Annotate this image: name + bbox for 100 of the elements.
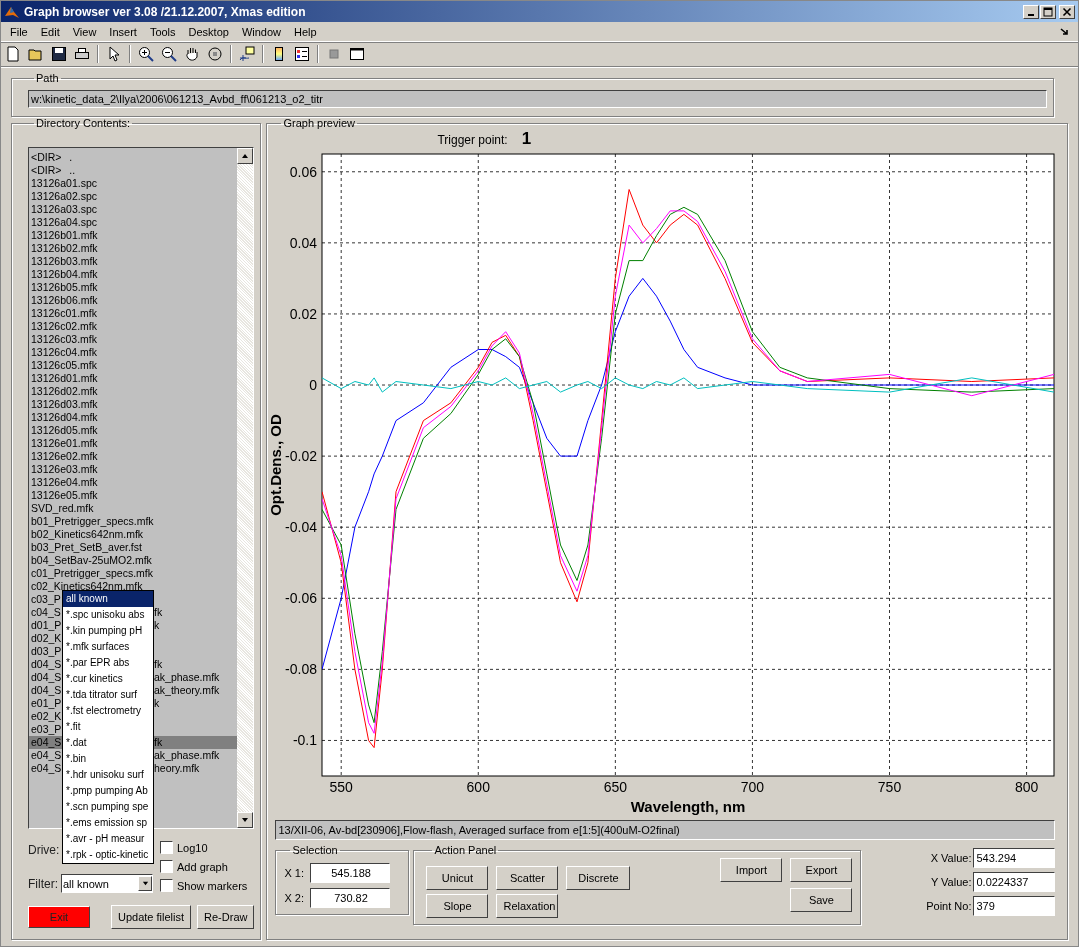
dropdown-option[interactable]: *.ems emission sp — [63, 815, 153, 831]
list-item[interactable]: 13126d04.mfk — [29, 411, 238, 424]
dropdown-option[interactable]: *.fst electrometry — [63, 703, 153, 719]
menu-item[interactable]: View — [66, 25, 104, 38]
list-item[interactable]: 13126b01.mfk — [29, 229, 238, 242]
list-item[interactable]: b04_SetBav-25uMO2.mfk — [29, 554, 238, 567]
maximize-button[interactable] — [1040, 4, 1056, 19]
action-button[interactable]: Re-Draw — [197, 905, 255, 929]
list-item-end[interactable]: fk — [154, 658, 163, 671]
list-item[interactable]: b01_Pretrigger_specs.mfk — [29, 515, 238, 528]
dropdown-option[interactable]: *.rpk - optic-kinetic — [63, 847, 153, 863]
list-item[interactable]: 13126e05.mfk — [29, 489, 238, 502]
list-item[interactable]: b02_Kinetics642nm.mfk — [29, 528, 238, 541]
list-item[interactable]: 13126c03.mfk — [29, 333, 238, 346]
exit-button[interactable]: Exit — [28, 906, 90, 928]
action-button[interactable]: Slope — [426, 894, 489, 918]
list-item[interactable]: 13126b02.mfk — [29, 242, 238, 255]
minimize-button[interactable] — [1023, 4, 1039, 19]
list-item[interactable]: 13126c01.mfk — [29, 307, 238, 320]
list-item[interactable]: <DIR> . — [29, 151, 238, 164]
list-item[interactable]: e02_K — [31, 710, 62, 723]
input-field[interactable]: 730.82 — [310, 888, 391, 908]
list-item-end[interactable]: k — [154, 619, 160, 632]
list-item[interactable]: 13126b03.mfk — [29, 255, 238, 268]
list-item[interactable]: d01_P — [31, 619, 62, 632]
dropdown-option[interactable]: all known — [63, 591, 153, 607]
dock-arrow-icon[interactable] — [1060, 26, 1070, 37]
menu-item[interactable]: Desktop — [182, 25, 236, 38]
list-item[interactable]: <DIR> .. — [29, 164, 238, 177]
dropdown-option[interactable]: *.spc unisoku abs — [63, 607, 153, 623]
close-button[interactable] — [1059, 4, 1075, 19]
list-item[interactable]: d04_S — [31, 671, 62, 684]
list-item[interactable]: e04_S — [31, 762, 62, 775]
dropdown-option[interactable]: *.par EPR abs — [63, 655, 153, 671]
list-item[interactable]: b03_Pret_SetB_aver.fst — [29, 541, 238, 554]
list-item[interactable]: d03_P — [31, 645, 62, 658]
list-item[interactable]: 13126b04.mfk — [29, 268, 238, 281]
action-button[interactable]: Discrete — [566, 866, 631, 890]
dropdown-option[interactable]: *.mfk surfaces — [63, 639, 153, 655]
legend-icon[interactable] — [294, 46, 310, 62]
list-item-end[interactable]: fk — [154, 606, 163, 619]
action-button[interactable]: Save — [790, 888, 853, 912]
list-item-end[interactable]: ak_phase.mfk — [154, 671, 220, 684]
menu-item[interactable]: Edit — [34, 25, 67, 38]
rotate-icon[interactable] — [207, 46, 223, 62]
open-folder-icon[interactable] — [28, 46, 44, 62]
list-item[interactable]: c04_S — [31, 606, 61, 619]
menu-item[interactable]: Help — [288, 25, 324, 38]
menu-item[interactable]: Window — [235, 25, 289, 38]
data-cursor-icon[interactable] — [239, 46, 255, 62]
list-item-end[interactable]: ak_theory.mfk — [154, 684, 220, 697]
input-field[interactable]: 543.294 — [973, 848, 1056, 868]
input-field[interactable]: 545.188 — [310, 863, 391, 883]
list-item[interactable]: 13126c04.mfk — [29, 346, 238, 359]
checkbox[interactable] — [160, 879, 173, 892]
path-field[interactable]: w:\kinetic_data_2\Ilya\2006\061213_Avbd_ff\061213_o2_titr — [28, 90, 1047, 108]
list-item[interactable]: 13126d03.mfk — [29, 398, 238, 411]
list-item[interactable]: 13126e01.mfk — [29, 437, 238, 450]
action-button[interactable]: Scatter — [496, 866, 559, 890]
list-item[interactable]: 13126e02.mfk — [29, 450, 238, 463]
checkbox[interactable] — [160, 841, 173, 854]
list-item[interactable]: 13126b05.mfk — [29, 281, 238, 294]
dropdown-option[interactable]: *.avr - pH measur — [63, 831, 153, 847]
zoom-in-icon[interactable] — [138, 46, 154, 62]
dropdown-option[interactable]: *.dat — [63, 735, 153, 751]
action-button[interactable]: Unicut — [426, 866, 489, 890]
menu-item[interactable]: File — [4, 25, 35, 38]
list-item-end[interactable]: heory.mfk — [154, 762, 200, 775]
list-item[interactable]: e01_P — [31, 697, 62, 710]
list-item[interactable]: 13126d05.mfk — [29, 424, 238, 437]
dropdown-option[interactable]: *.tda titrator surf — [63, 687, 153, 703]
list-item[interactable]: d04_S — [31, 684, 62, 697]
scroll-down-button[interactable] — [237, 812, 254, 828]
input-field[interactable]: 0.0224337 — [973, 872, 1056, 892]
list-item[interactable]: 13126c02.mfk — [29, 320, 238, 333]
list-item[interactable]: 13126e04.mfk — [29, 476, 238, 489]
hand-icon[interactable] — [184, 46, 200, 62]
list-item[interactable]: 13126a02.spc — [29, 190, 238, 203]
filter-select[interactable]: all known — [61, 874, 153, 893]
list-item[interactable]: 13126a03.spc — [29, 203, 238, 216]
list-item[interactable]: 13126a04.spc — [29, 216, 238, 229]
list-item[interactable]: 13126d02.mfk — [29, 385, 238, 398]
print-icon[interactable] — [74, 46, 90, 62]
list-item[interactable]: 13126d01.mfk — [29, 372, 238, 385]
dropdown-option[interactable]: *.kin pumping pH — [63, 623, 153, 639]
list-item[interactable]: 13126c05.mfk — [29, 359, 238, 372]
list-item[interactable]: 13126e03.mfk — [29, 463, 238, 476]
list-item[interactable]: 13126a01.spc — [29, 177, 238, 190]
action-button[interactable]: Relaxation — [496, 894, 559, 918]
list-item-end[interactable]: k — [154, 697, 160, 710]
checkbox[interactable] — [160, 860, 173, 873]
list-item-end[interactable]: fk — [154, 736, 163, 749]
list-item[interactable]: e04_S — [31, 736, 62, 749]
list-item[interactable]: SVD_red.mfk — [29, 502, 238, 515]
save-icon[interactable] — [51, 46, 67, 62]
scroll-up-button[interactable] — [237, 148, 254, 164]
list-item[interactable]: c02_Kinetics642nm.mfk — [29, 580, 238, 593]
menu-item[interactable]: Insert — [103, 25, 144, 38]
input-field[interactable]: 379 — [973, 896, 1056, 916]
list-item[interactable]: 13126b06.mfk — [29, 294, 238, 307]
